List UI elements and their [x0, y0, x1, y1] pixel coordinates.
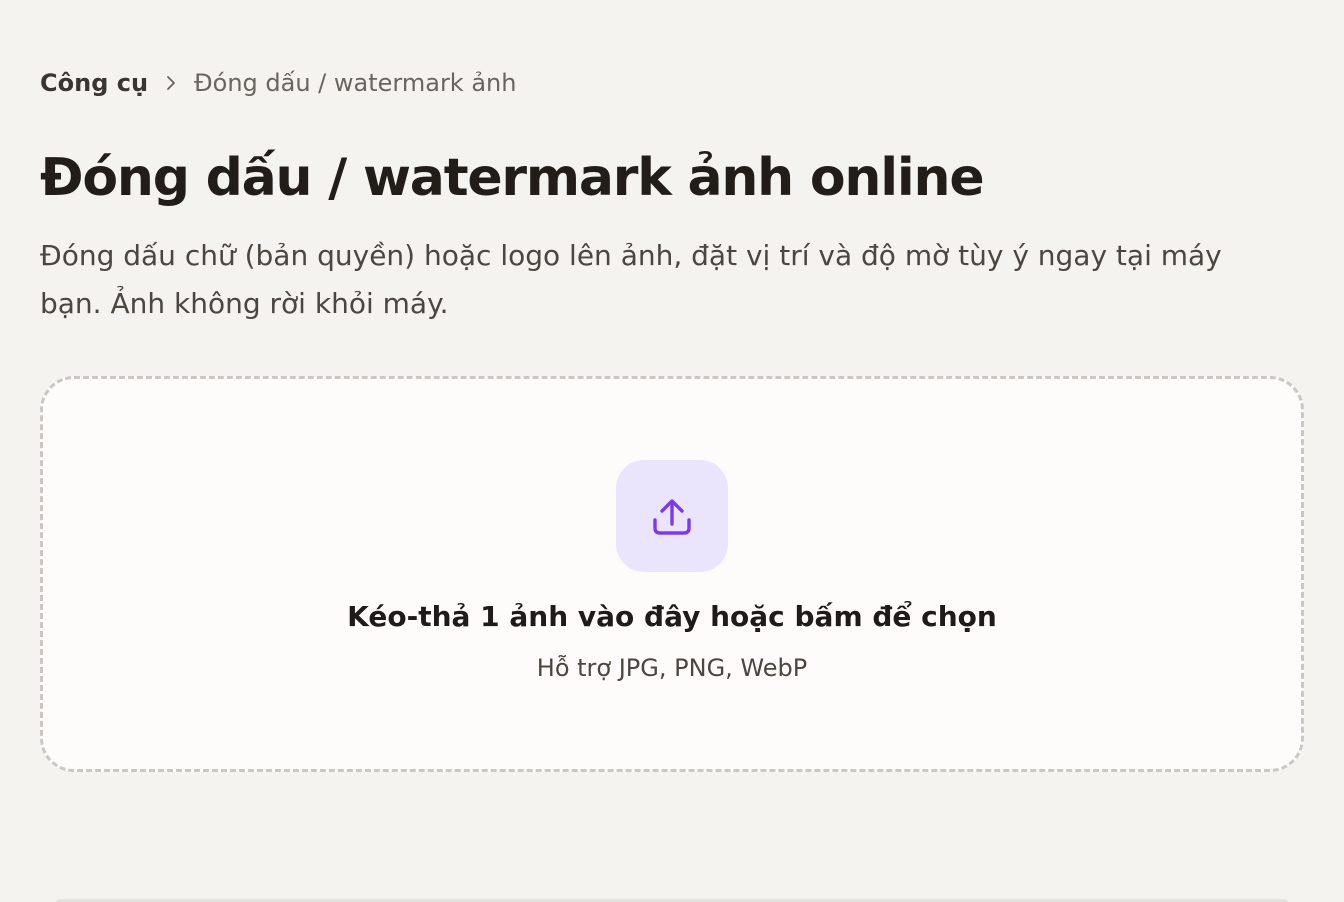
- image-dropzone[interactable]: Kéo-thả 1 ảnh vào đây hoặc bấm để chọn H…: [40, 376, 1304, 772]
- breadcrumb: Công cụ Đóng dấu / watermark ảnh: [40, 66, 516, 100]
- chevron-right-icon: [148, 66, 194, 100]
- dropzone-title: Kéo-thả 1 ảnh vào đây hoặc bấm để chọn: [347, 600, 997, 633]
- page-title: Đóng dấu / watermark ảnh online: [40, 148, 985, 208]
- dropzone-supported-formats: Hỗ trợ JPG, PNG, WebP: [536, 654, 808, 682]
- upload-icon: [616, 460, 728, 572]
- page-description: Đóng dấu chữ (bản quyền) hoặc logo lên ả…: [40, 239, 1222, 320]
- breadcrumb-current: Đóng dấu / watermark ảnh: [194, 69, 517, 97]
- breadcrumb-home-link[interactable]: Công cụ: [40, 66, 148, 100]
